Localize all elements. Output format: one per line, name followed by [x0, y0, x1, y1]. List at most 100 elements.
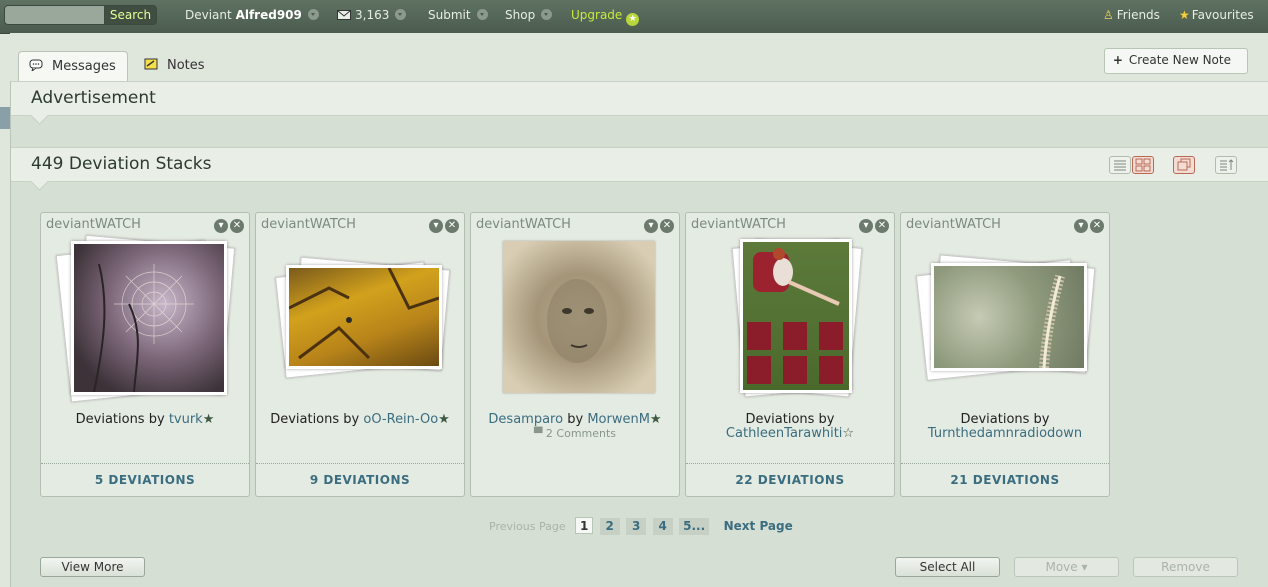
stacks-header: 449 Deviation Stacks	[11, 147, 1268, 191]
thumbnail-image[interactable]	[931, 263, 1087, 371]
card-caption: Deviations by oO-Rein-Oo★	[256, 413, 464, 427]
remove-button[interactable]: Remove	[1133, 557, 1238, 577]
submit-menu[interactable]: Submit	[428, 8, 488, 22]
stack-card[interactable]: deviantWATCH ▾ ✕ Deviations by Turnthedam…	[900, 212, 1110, 497]
tab-messages-label: Messages	[52, 59, 116, 74]
caption-prefix: Deviations by	[745, 412, 835, 427]
star-badge-icon: ★	[626, 13, 640, 26]
select-all-button[interactable]: Select All	[895, 557, 1000, 577]
chevron-down-icon[interactable]	[476, 9, 488, 20]
plus-icon: +	[1112, 53, 1123, 67]
chevron-down-icon[interactable]	[541, 9, 553, 20]
submit-label: Submit	[428, 8, 471, 22]
deviation-card[interactable]: deviantWATCH ▾ ✕ Desamparo by MorwenM★ ▀ …	[470, 212, 680, 497]
deviation-count-link[interactable]: 9 DEVIATIONS	[256, 463, 464, 496]
stack-card[interactable]: deviantWATCH ▾ ✕ Deviations by CathleenTa…	[685, 212, 895, 497]
header-notch	[30, 106, 49, 125]
artist-link[interactable]: oO-Rein-Oo	[363, 412, 438, 427]
caption-prefix: Deviations by	[960, 412, 1050, 427]
friends-link[interactable]: ♙ Friends	[1103, 8, 1160, 22]
thumbnail-stack[interactable]	[274, 231, 454, 401]
artist-link[interactable]: CathleenTarawhiti	[726, 426, 843, 441]
note-icon	[144, 58, 158, 70]
card-caption: Deviations by Turnthedamnradiodown	[901, 413, 1109, 441]
artist-star-icon: ★	[438, 412, 450, 427]
card-source: deviantWATCH	[906, 217, 1001, 232]
advertisement-title: Advertisement	[31, 88, 156, 108]
left-gutter	[0, 81, 10, 587]
user-prefix: Deviant	[185, 8, 232, 22]
card-footer	[471, 464, 679, 496]
comment-icon: ▀	[533, 427, 543, 440]
move-button[interactable]: Move ▾	[1014, 557, 1119, 577]
top-bar: Search Deviant Alfred909 3,163 Submit Sh…	[0, 0, 1268, 34]
stacks-title: 449 Deviation Stacks	[31, 154, 212, 174]
page-link-current[interactable]: 1	[575, 517, 594, 534]
messages-menu[interactable]: 3,163	[337, 8, 407, 22]
artist-link[interactable]: MorwenM	[587, 412, 650, 427]
artist-link[interactable]: Turnthedamnradiodown	[928, 426, 1082, 441]
list-view-icon[interactable]	[1109, 156, 1131, 174]
thumbnail-image[interactable]	[740, 239, 852, 393]
user-menu[interactable]: Deviant Alfred909	[185, 8, 319, 22]
thumbnail-stack[interactable]	[55, 231, 239, 403]
upgrade-label: Upgrade	[571, 8, 623, 22]
envelope-icon	[337, 10, 351, 20]
friends-icon: ♙	[1103, 8, 1114, 22]
artist-star-icon: ★	[202, 412, 215, 427]
card-caption: Deviations by CathleenTarawhiti☆	[686, 413, 894, 441]
username: Alfred909	[235, 8, 302, 22]
artist-star-icon: ☆	[842, 426, 855, 441]
sort-icon[interactable]	[1215, 156, 1237, 174]
thumbnail-image[interactable]	[503, 241, 655, 393]
caption-prefix: Deviations by	[270, 412, 360, 427]
search-button[interactable]: Search	[104, 5, 157, 25]
thumbnail-stack[interactable]	[704, 231, 884, 401]
artist-link[interactable]: tvurk	[169, 412, 203, 427]
page-link[interactable]: 2	[599, 518, 620, 535]
stack-card[interactable]: deviantWATCH ▾ ✕ Deviations by oO-Rein-Oo…	[255, 212, 465, 497]
thumbnail-frame[interactable]	[489, 231, 669, 401]
tab-bar: Messages Notes + Create New Note	[10, 33, 1268, 81]
page-link[interactable]: 3	[626, 518, 647, 535]
previous-page-link: Previous Page	[489, 520, 566, 533]
thumbnail-image[interactable]	[71, 241, 227, 395]
search-input[interactable]	[4, 5, 108, 25]
card-caption: Deviations by tvurk★	[41, 413, 249, 427]
shop-menu[interactable]: Shop	[505, 8, 553, 22]
caption-prefix: Deviations by	[75, 412, 165, 427]
upgrade-link[interactable]: Upgrade ★	[571, 8, 640, 26]
page-link[interactable]: 5...	[679, 518, 710, 535]
card-source: deviantWATCH	[691, 217, 786, 232]
favourites-link[interactable]: ★ Favourites	[1179, 8, 1254, 22]
page-link[interactable]: 4	[652, 518, 673, 535]
thumbnail-stack[interactable]	[911, 231, 1101, 401]
tab-messages[interactable]: Messages	[18, 51, 128, 81]
deviation-count-link[interactable]: 22 DEVIATIONS	[686, 463, 894, 496]
thumbnail-image[interactable]	[286, 265, 442, 369]
deviation-title-link[interactable]: Desamparo	[488, 412, 563, 427]
grid-view-icon[interactable]	[1132, 156, 1154, 174]
friends-label: Friends	[1116, 8, 1160, 22]
favourites-label: Favourites	[1191, 8, 1254, 22]
gutter-marker	[0, 107, 10, 129]
stack-view-icon[interactable]	[1173, 156, 1195, 174]
next-page-link[interactable]: Next Page	[724, 519, 793, 533]
tab-notes-label: Notes	[167, 58, 205, 73]
view-more-button[interactable]: View More	[40, 557, 145, 577]
create-new-note-button[interactable]: + Create New Note	[1103, 48, 1248, 74]
stack-card[interactable]: deviantWATCH ▾ ✕ Deviations by tvurk★ 5 D…	[40, 212, 250, 497]
star-icon: ★	[1179, 8, 1190, 22]
chevron-down-icon[interactable]	[395, 9, 407, 20]
card-source: deviantWATCH	[46, 217, 141, 232]
deviation-count-link[interactable]: 21 DEVIATIONS	[901, 463, 1109, 496]
card-source: deviantWATCH	[476, 217, 571, 232]
artist-star-icon: ★	[649, 412, 662, 427]
tab-notes[interactable]: Notes	[134, 51, 215, 81]
advertisement-header: Advertisement	[11, 81, 1268, 125]
comments-link[interactable]: ▀ 2 Comments	[534, 427, 616, 440]
card-caption: Desamparo by MorwenM★ ▀ 2 Comments	[471, 413, 679, 441]
card-source: deviantWATCH	[261, 217, 356, 232]
deviation-count-link[interactable]: 5 DEVIATIONS	[41, 463, 249, 496]
chevron-down-icon[interactable]	[307, 9, 319, 20]
